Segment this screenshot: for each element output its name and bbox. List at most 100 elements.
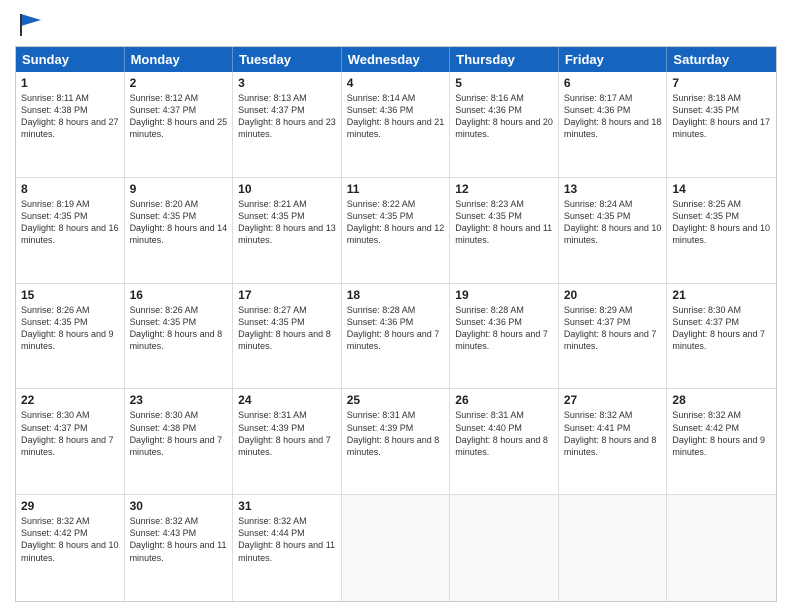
day-of-week-wednesday: Wednesday bbox=[342, 47, 451, 72]
calendar-header: SundayMondayTuesdayWednesdayThursdayFrid… bbox=[16, 47, 776, 72]
day-number: 30 bbox=[130, 499, 228, 513]
calendar-cell: 8 Sunrise: 8:19 AMSunset: 4:35 PMDaylight… bbox=[16, 178, 125, 283]
logo bbox=[15, 10, 45, 38]
cell-info: Sunrise: 8:19 AMSunset: 4:35 PMDaylight:… bbox=[21, 198, 119, 247]
day-number: 24 bbox=[238, 393, 336, 407]
calendar-cell: 12Sunrise: 8:23 AMSunset: 4:35 PMDayligh… bbox=[450, 178, 559, 283]
calendar-cell: 10Sunrise: 8:21 AMSunset: 4:35 PMDayligh… bbox=[233, 178, 342, 283]
calendar-cell: 5 Sunrise: 8:16 AMSunset: 4:36 PMDaylight… bbox=[450, 72, 559, 177]
day-number: 22 bbox=[21, 393, 119, 407]
calendar-row-5: 29 Sunrise: 8:32 AMSunset: 4:42 PMDayligh… bbox=[16, 495, 776, 601]
day-number: 19 bbox=[455, 288, 553, 302]
cell-info: Sunrise: 8:28 AMSunset: 4:36 PMDaylight:… bbox=[347, 304, 445, 353]
calendar-cell: 21 Sunrise: 8:30 AMSunset: 4:37 PMDayligh… bbox=[667, 284, 776, 389]
cell-info: Sunrise: 8:22 AMSunset: 4:35 PMDaylight:… bbox=[347, 198, 445, 247]
calendar-cell bbox=[667, 495, 776, 601]
cell-info: Sunrise: 8:28 AMSunset: 4:36 PMDaylight:… bbox=[455, 304, 553, 353]
cell-info: Sunrise: 8:31 AMSunset: 4:39 PMDaylight:… bbox=[238, 409, 336, 458]
day-number: 8 bbox=[21, 182, 119, 196]
calendar-row-1: 1 Sunrise: 8:11 AMSunset: 4:38 PMDaylight… bbox=[16, 72, 776, 178]
calendar-cell: 14 Sunrise: 8:25 AMSunset: 4:35 PMDayligh… bbox=[667, 178, 776, 283]
logo-flag-icon bbox=[17, 10, 45, 38]
day-of-week-thursday: Thursday bbox=[450, 47, 559, 72]
calendar-cell: 6 Sunrise: 8:17 AMSunset: 4:36 PMDaylight… bbox=[559, 72, 668, 177]
cell-info: Sunrise: 8:32 AMSunset: 4:44 PMDaylight:… bbox=[238, 515, 336, 564]
day-number: 12 bbox=[455, 182, 553, 196]
calendar-row-3: 15Sunrise: 8:26 AMSunset: 4:35 PMDayligh… bbox=[16, 284, 776, 390]
calendar-cell: 9 Sunrise: 8:20 AMSunset: 4:35 PMDaylight… bbox=[125, 178, 234, 283]
cell-info: Sunrise: 8:14 AMSunset: 4:36 PMDaylight:… bbox=[347, 92, 445, 141]
cell-info: Sunrise: 8:17 AMSunset: 4:36 PMDaylight:… bbox=[564, 92, 662, 141]
day-number: 25 bbox=[347, 393, 445, 407]
day-of-week-saturday: Saturday bbox=[667, 47, 776, 72]
day-number: 26 bbox=[455, 393, 553, 407]
day-number: 6 bbox=[564, 76, 662, 90]
cell-info: Sunrise: 8:31 AMSunset: 4:40 PMDaylight:… bbox=[455, 409, 553, 458]
cell-info: Sunrise: 8:32 AMSunset: 4:42 PMDaylight:… bbox=[672, 409, 771, 458]
calendar-cell: 7Sunrise: 8:18 AMSunset: 4:35 PMDaylight… bbox=[667, 72, 776, 177]
day-number: 14 bbox=[672, 182, 771, 196]
calendar-cell: 4Sunrise: 8:14 AMSunset: 4:36 PMDaylight… bbox=[342, 72, 451, 177]
cell-info: Sunrise: 8:12 AMSunset: 4:37 PMDaylight:… bbox=[130, 92, 228, 141]
day-number: 16 bbox=[130, 288, 228, 302]
cell-info: Sunrise: 8:25 AMSunset: 4:35 PMDaylight:… bbox=[672, 198, 771, 247]
day-number: 1 bbox=[21, 76, 119, 90]
cell-info: Sunrise: 8:20 AMSunset: 4:35 PMDaylight:… bbox=[130, 198, 228, 247]
calendar-body: 1 Sunrise: 8:11 AMSunset: 4:38 PMDaylight… bbox=[16, 72, 776, 601]
calendar-cell: 19 Sunrise: 8:28 AMSunset: 4:36 PMDayligh… bbox=[450, 284, 559, 389]
calendar-cell: 26 Sunrise: 8:31 AMSunset: 4:40 PMDayligh… bbox=[450, 389, 559, 494]
calendar-cell: 22 Sunrise: 8:30 AMSunset: 4:37 PMDayligh… bbox=[16, 389, 125, 494]
cell-info: Sunrise: 8:30 AMSunset: 4:37 PMDaylight:… bbox=[672, 304, 771, 353]
calendar-cell: 27 Sunrise: 8:32 AMSunset: 4:41 PMDayligh… bbox=[559, 389, 668, 494]
calendar-cell: 31 Sunrise: 8:32 AMSunset: 4:44 PMDayligh… bbox=[233, 495, 342, 601]
day-of-week-sunday: Sunday bbox=[16, 47, 125, 72]
cell-info: Sunrise: 8:24 AMSunset: 4:35 PMDaylight:… bbox=[564, 198, 662, 247]
day-number: 21 bbox=[672, 288, 771, 302]
cell-info: Sunrise: 8:16 AMSunset: 4:36 PMDaylight:… bbox=[455, 92, 553, 141]
day-number: 29 bbox=[21, 499, 119, 513]
cell-info: Sunrise: 8:32 AMSunset: 4:42 PMDaylight:… bbox=[21, 515, 119, 564]
calendar-row-4: 22 Sunrise: 8:30 AMSunset: 4:37 PMDayligh… bbox=[16, 389, 776, 495]
cell-info: Sunrise: 8:30 AMSunset: 4:37 PMDaylight:… bbox=[21, 409, 119, 458]
calendar-cell: 23 Sunrise: 8:30 AMSunset: 4:38 PMDayligh… bbox=[125, 389, 234, 494]
day-number: 2 bbox=[130, 76, 228, 90]
day-number: 5 bbox=[455, 76, 553, 90]
cell-info: Sunrise: 8:31 AMSunset: 4:39 PMDaylight:… bbox=[347, 409, 445, 458]
calendar: SundayMondayTuesdayWednesdayThursdayFrid… bbox=[15, 46, 777, 602]
day-number: 31 bbox=[238, 499, 336, 513]
cell-info: Sunrise: 8:32 AMSunset: 4:41 PMDaylight:… bbox=[564, 409, 662, 458]
header bbox=[15, 10, 777, 38]
cell-info: Sunrise: 8:11 AMSunset: 4:38 PMDaylight:… bbox=[21, 92, 119, 141]
cell-info: Sunrise: 8:13 AMSunset: 4:37 PMDaylight:… bbox=[238, 92, 336, 141]
cell-info: Sunrise: 8:30 AMSunset: 4:38 PMDaylight:… bbox=[130, 409, 228, 458]
calendar-cell: 20Sunrise: 8:29 AMSunset: 4:37 PMDayligh… bbox=[559, 284, 668, 389]
day-number: 27 bbox=[564, 393, 662, 407]
calendar-cell bbox=[559, 495, 668, 601]
cell-info: Sunrise: 8:21 AMSunset: 4:35 PMDaylight:… bbox=[238, 198, 336, 247]
day-number: 11 bbox=[347, 182, 445, 196]
day-number: 28 bbox=[672, 393, 771, 407]
calendar-cell: 3 Sunrise: 8:13 AMSunset: 4:37 PMDaylight… bbox=[233, 72, 342, 177]
day-of-week-tuesday: Tuesday bbox=[233, 47, 342, 72]
calendar-cell: 16Sunrise: 8:26 AMSunset: 4:35 PMDayligh… bbox=[125, 284, 234, 389]
calendar-cell: 17 Sunrise: 8:27 AMSunset: 4:35 PMDayligh… bbox=[233, 284, 342, 389]
calendar-cell: 11 Sunrise: 8:22 AMSunset: 4:35 PMDayligh… bbox=[342, 178, 451, 283]
cell-info: Sunrise: 8:27 AMSunset: 4:35 PMDaylight:… bbox=[238, 304, 336, 353]
cell-info: Sunrise: 8:26 AMSunset: 4:35 PMDaylight:… bbox=[21, 304, 119, 353]
day-number: 7 bbox=[672, 76, 771, 90]
page: SundayMondayTuesdayWednesdayThursdayFrid… bbox=[0, 0, 792, 612]
calendar-cell bbox=[342, 495, 451, 601]
calendar-cell: 28 Sunrise: 8:32 AMSunset: 4:42 PMDayligh… bbox=[667, 389, 776, 494]
calendar-cell: 13 Sunrise: 8:24 AMSunset: 4:35 PMDayligh… bbox=[559, 178, 668, 283]
calendar-cell bbox=[450, 495, 559, 601]
day-number: 13 bbox=[564, 182, 662, 196]
calendar-cell: 18Sunrise: 8:28 AMSunset: 4:36 PMDayligh… bbox=[342, 284, 451, 389]
day-number: 17 bbox=[238, 288, 336, 302]
calendar-cell: 15Sunrise: 8:26 AMSunset: 4:35 PMDayligh… bbox=[16, 284, 125, 389]
calendar-cell: 29 Sunrise: 8:32 AMSunset: 4:42 PMDayligh… bbox=[16, 495, 125, 601]
day-number: 23 bbox=[130, 393, 228, 407]
calendar-cell: 30Sunrise: 8:32 AMSunset: 4:43 PMDayligh… bbox=[125, 495, 234, 601]
cell-info: Sunrise: 8:29 AMSunset: 4:37 PMDaylight:… bbox=[564, 304, 662, 353]
day-number: 3 bbox=[238, 76, 336, 90]
day-number: 9 bbox=[130, 182, 228, 196]
